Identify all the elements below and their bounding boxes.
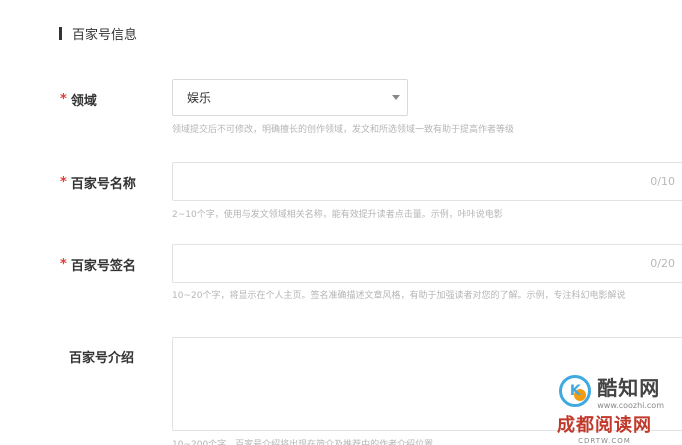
name-hint: 2~10个字，使用与发文领域相关名称，能有效提升读者点击量。示例，咔咔说电影 bbox=[172, 210, 503, 220]
domain-select[interactable]: 娱乐 bbox=[172, 79, 408, 116]
required-mark: * bbox=[60, 174, 67, 190]
domain-label: * 领域 bbox=[60, 90, 97, 109]
section-title: 百家号信息 bbox=[72, 27, 138, 43]
name-label: * 百家号名称 bbox=[60, 173, 136, 192]
signature-label-text: 百家号签名 bbox=[70, 258, 136, 274]
signature-hint: 10~20个字，将显示在个人主页。签名准确描述文章风格，有助于加强读者对您的了解… bbox=[172, 291, 626, 301]
intro-label: 百家号介绍 bbox=[69, 347, 135, 366]
signature-char-counter: 0/20 bbox=[650, 257, 675, 270]
intro-label-text: 百家号介绍 bbox=[69, 350, 135, 366]
name-input[interactable]: 0/10 bbox=[172, 162, 682, 201]
section-header: 百家号信息 bbox=[59, 24, 138, 43]
coozhi-watermark-text: 酷知网 www.coozhi.com bbox=[597, 372, 664, 410]
signature-input[interactable]: 0/20 bbox=[172, 244, 682, 283]
domain-label-text: 领域 bbox=[70, 93, 97, 109]
section-accent-bar bbox=[59, 26, 62, 40]
caret-down-icon bbox=[392, 95, 400, 100]
signature-label: * 百家号签名 bbox=[60, 255, 136, 274]
cdrtw-name: 成都阅读网 bbox=[557, 415, 652, 436]
required-mark: * bbox=[60, 256, 67, 272]
coozhi-logo-letter: K bbox=[569, 383, 581, 399]
coozhi-watermark: K 酷知网 www.coozhi.com bbox=[559, 372, 664, 410]
required-mark: * bbox=[60, 91, 67, 107]
cdrtw-watermark: 成都阅读网 CDRTW.COM bbox=[557, 411, 652, 445]
coozhi-url: www.coozhi.com bbox=[597, 401, 664, 410]
domain-hint: 领域提交后不可修改，明确擅长的创作领域，发文和所选领域一致有助于提高作者等级 bbox=[172, 125, 515, 135]
domain-select-value: 娱乐 bbox=[187, 91, 212, 105]
name-label-text: 百家号名称 bbox=[70, 176, 136, 192]
coozhi-logo-icon: K bbox=[559, 375, 592, 407]
name-char-counter: 0/10 bbox=[650, 175, 675, 188]
cdrtw-url: CDRTW.COM bbox=[578, 437, 631, 445]
coozhi-name: 酷知网 bbox=[597, 376, 661, 400]
intro-hint: 10~200个字，百家号介绍将出现在简介及推荐中的作者介绍位置 bbox=[172, 440, 434, 445]
